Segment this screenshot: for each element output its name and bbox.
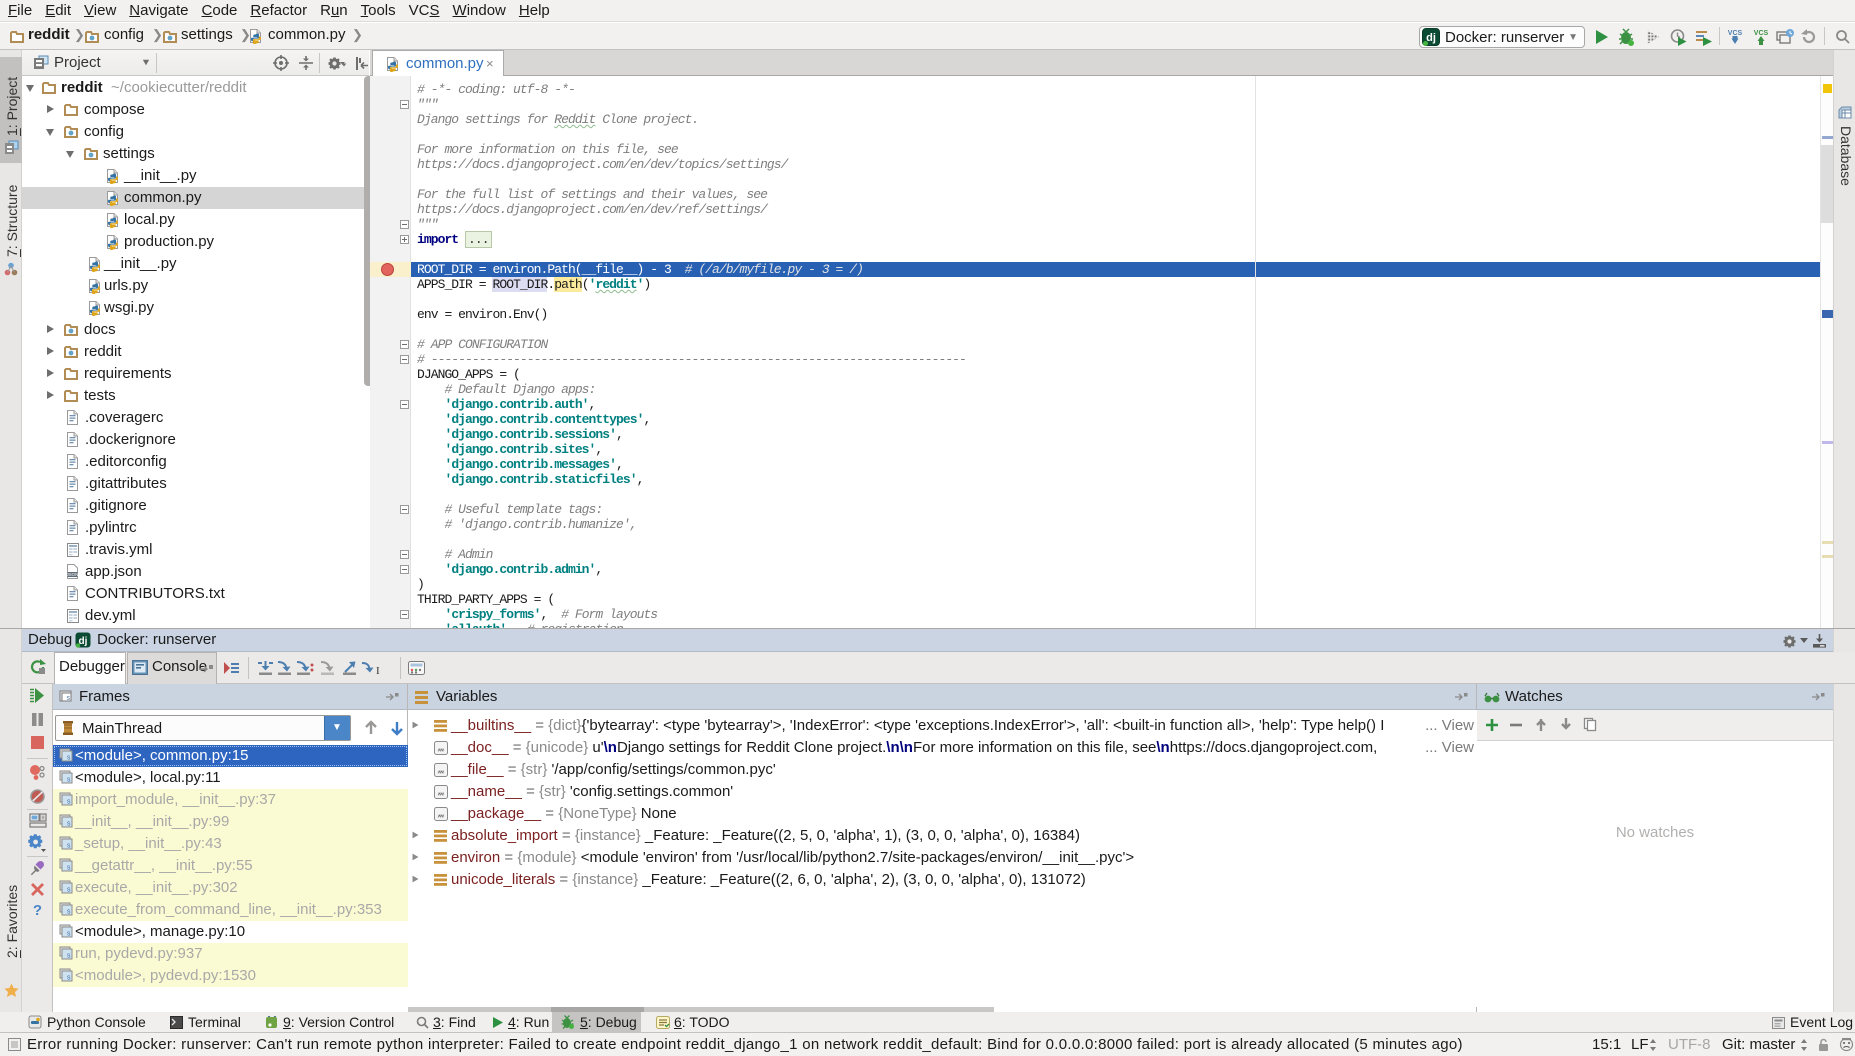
- svg-text:s: s: [67, 909, 71, 916]
- svg-text:s: s: [67, 931, 71, 938]
- svg-text:s: s: [67, 953, 71, 960]
- svg-text:VCS: VCS: [1728, 30, 1743, 37]
- svg-text:I: I: [376, 665, 380, 676]
- svg-text:s: s: [67, 799, 71, 806]
- svg-text:s: s: [67, 695, 71, 702]
- svg-text:VCS: VCS: [1754, 30, 1769, 37]
- svg-text:s: s: [67, 887, 71, 894]
- svg-text:s: s: [67, 755, 71, 762]
- svg-text:𝓂: 𝓂: [438, 789, 445, 798]
- svg-text:s: s: [67, 821, 71, 828]
- svg-text:?: ?: [33, 902, 42, 918]
- svg-text:𝓂: 𝓂: [438, 745, 445, 754]
- svg-text:s: s: [67, 865, 71, 872]
- svg-text:s: s: [67, 843, 71, 850]
- svg-text:s: s: [67, 777, 71, 784]
- svg-text:𝓂: 𝓂: [438, 811, 445, 820]
- svg-text:s: s: [67, 975, 71, 982]
- svg-text:𝓂: 𝓂: [438, 767, 445, 776]
